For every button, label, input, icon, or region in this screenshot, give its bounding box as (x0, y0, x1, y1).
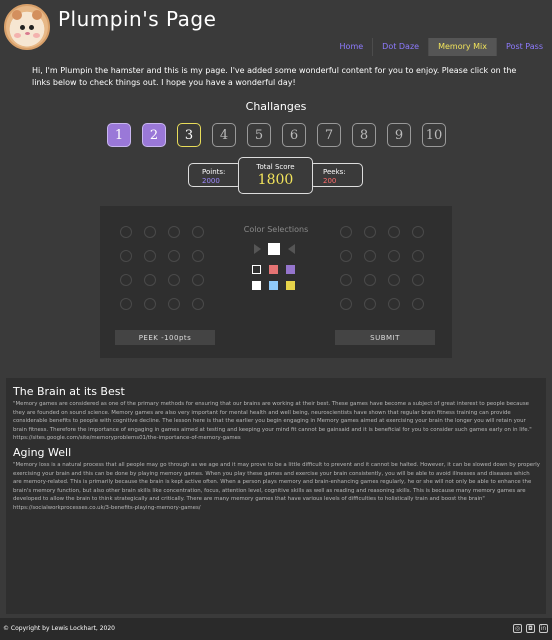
answer-cell[interactable] (364, 274, 376, 286)
linkedin-icon[interactable]: in (539, 624, 548, 633)
answer-cell[interactable] (388, 298, 400, 310)
hamster-avatar[interactable] (4, 4, 50, 50)
github-icon[interactable]: ◎ (513, 624, 522, 633)
intro-text: Hi, I'm Plumpin the hamster and this is … (32, 66, 517, 87)
submit-button[interactable]: SUBMIT (335, 330, 435, 345)
total-score-box: Total Score 1800 (238, 157, 313, 194)
level-button-9[interactable]: 9 (387, 123, 411, 147)
site-footer: © Copyright by Lewis Lockhart, 2020 ◎ ◘ … (0, 618, 552, 640)
tab-dot-daze[interactable]: Dot Daze (372, 38, 428, 56)
pattern-cell (192, 274, 204, 286)
swatch-empty[interactable] (252, 265, 261, 274)
answer-cell[interactable] (340, 226, 352, 238)
article-title: Aging Well (13, 446, 72, 459)
points-box: Points: 2000 (188, 163, 242, 187)
answer-grid (340, 226, 424, 310)
level-button-1[interactable]: 1 (107, 123, 131, 147)
pattern-cell (144, 298, 156, 310)
answer-cell[interactable] (388, 226, 400, 238)
swatch-red[interactable] (269, 265, 278, 274)
article-body: "Memory loss is a natural process that a… (13, 462, 540, 502)
answer-cell[interactable] (388, 274, 400, 286)
arrow-left-icon[interactable] (254, 244, 261, 254)
hamster-cheek-left (14, 33, 21, 38)
hamster-eye-right (29, 25, 34, 30)
level-button-7[interactable]: 7 (317, 123, 341, 147)
level-button-6[interactable]: 6 (282, 123, 306, 147)
answer-cell[interactable] (364, 298, 376, 310)
pattern-cell (144, 250, 156, 262)
total-score-value: 1800 (257, 172, 294, 188)
level-selector: 1 2 3 4 5 6 7 8 9 10 (107, 123, 446, 147)
level-button-5[interactable]: 5 (247, 123, 271, 147)
color-swatches (252, 265, 295, 290)
article-source-link[interactable]: https://sites.google.com/site/memoryprob… (13, 434, 540, 442)
copyright-text: © Copyright by Lewis Lockhart, 2020 (3, 625, 115, 632)
level-button-10[interactable]: 10 (422, 123, 446, 147)
answer-cell[interactable] (364, 250, 376, 262)
answer-cell[interactable] (340, 274, 352, 286)
tab-post-pass[interactable]: Post Pass (496, 38, 552, 56)
hamster-cheek-right (33, 33, 40, 38)
hamster-ear-left (12, 10, 22, 20)
answer-cell[interactable] (388, 250, 400, 262)
level-button-3[interactable]: 3 (177, 123, 201, 147)
current-color-swatch (268, 243, 280, 255)
pattern-cell (168, 250, 180, 262)
article-body: "Memory games are considered as one of t… (13, 401, 532, 433)
pattern-cell (168, 298, 180, 310)
answer-cell[interactable] (340, 250, 352, 262)
pattern-cell (120, 250, 132, 262)
pattern-cell (120, 274, 132, 286)
hamster-eye-left (20, 25, 25, 30)
hamster-ear-right (32, 10, 42, 20)
instagram-icon[interactable]: ◘ (526, 624, 535, 633)
pattern-grid (120, 226, 204, 310)
articles-panel: The Brain at its Best "Memory games are … (6, 378, 546, 614)
social-links: ◎ ◘ in (513, 624, 548, 633)
memory-game-board: Color Selections PEEK -100pts SUBMIT (100, 206, 452, 358)
swatch-yellow[interactable] (286, 281, 295, 290)
points-label: Points: (202, 168, 226, 176)
pattern-cell (192, 298, 204, 310)
peek-button[interactable]: PEEK -100pts (115, 330, 215, 345)
tab-memory-mix[interactable]: Memory Mix (428, 38, 497, 56)
challenges-title: Challanges (245, 100, 307, 113)
peeks-box: Peeks: 200 (309, 163, 363, 187)
peeks-label: Peeks: (323, 168, 346, 176)
answer-cell[interactable] (412, 226, 424, 238)
hamster-nose (25, 32, 30, 35)
level-button-4[interactable]: 4 (212, 123, 236, 147)
pattern-cell (144, 274, 156, 286)
answer-cell[interactable] (340, 298, 352, 310)
answer-cell[interactable] (412, 298, 424, 310)
tab-home[interactable]: Home (331, 38, 373, 56)
site-header: Plumpin's Page Home Dot Daze Memory Mix … (0, 0, 552, 56)
pattern-cell (120, 298, 132, 310)
answer-cell[interactable] (364, 226, 376, 238)
swatch-white[interactable] (252, 281, 261, 290)
swatch-purple[interactable] (286, 265, 295, 274)
site-title: Plumpin's Page (58, 7, 217, 31)
article-title: The Brain at its Best (13, 385, 125, 398)
pattern-cell (192, 250, 204, 262)
nav-tabs: Home Dot Daze Memory Mix Post Pass (331, 38, 552, 56)
peeks-value: 200 (323, 177, 337, 185)
swatch-blue[interactable] (269, 281, 278, 290)
answer-cell[interactable] (412, 274, 424, 286)
level-button-2[interactable]: 2 (142, 123, 166, 147)
total-score-label: Total Score (256, 163, 295, 171)
answer-cell[interactable] (412, 250, 424, 262)
points-value: 2000 (202, 177, 220, 185)
arrow-right-icon[interactable] (288, 244, 295, 254)
level-button-8[interactable]: 8 (352, 123, 376, 147)
pattern-cell (168, 274, 180, 286)
article-source-link[interactable]: https://socialworkprocesses.co.uk/3-bene… (13, 504, 540, 512)
